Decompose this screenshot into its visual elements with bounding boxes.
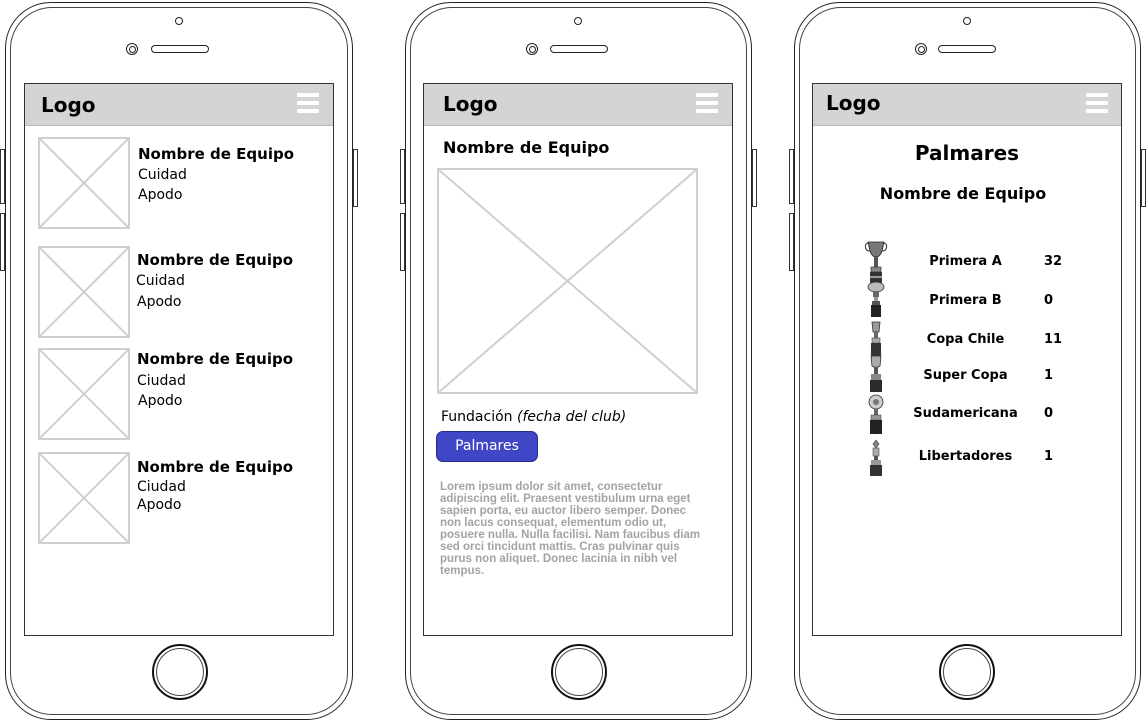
team-name: Nombre de Equipo	[138, 145, 294, 163]
trophy-icon	[870, 355, 882, 392]
hamburger-menu-icon[interactable]	[696, 93, 718, 115]
team-name: Nombre de Equipo	[137, 251, 293, 269]
side-button	[0, 149, 5, 204]
team-name: Nombre de Equipo	[443, 138, 610, 157]
hamburger-menu-icon[interactable]	[297, 93, 319, 115]
team-description: Lorem ipsum dolor sit amet, consectetur …	[440, 481, 701, 577]
power-button	[1141, 149, 1146, 207]
trophy-icon	[868, 394, 884, 434]
side-button	[0, 213, 5, 271]
speaker-grille	[550, 45, 608, 53]
logo[interactable]: Logo	[443, 92, 498, 116]
competition-name: Libertadores	[918, 449, 1013, 464]
title-count: 0	[1044, 406, 1054, 421]
phone-frame-palmares: Logo Palmares Nombre de Equipo Primera A…	[789, 2, 1146, 720]
title-count: 1	[1044, 368, 1054, 383]
team-image-placeholder	[38, 137, 130, 229]
phone-frame-detail: Logo Nombre de Equipo Fundación (fecha d…	[400, 2, 757, 720]
competition-name: Copa Chile	[926, 332, 1005, 347]
team-name: Nombre de Equipo	[879, 184, 1047, 203]
home-button[interactable]	[152, 644, 208, 700]
home-button[interactable]	[939, 644, 995, 700]
front-camera-icon	[963, 17, 971, 25]
power-button	[752, 149, 757, 207]
team-name: Nombre de Equipo	[137, 350, 293, 368]
app-header: Logo	[424, 84, 732, 126]
trophy-icon	[864, 241, 888, 283]
team-image-placeholder	[437, 168, 698, 394]
trophy-icon	[871, 321, 881, 356]
competition-name: Primera A	[929, 254, 1002, 269]
logo[interactable]: Logo	[826, 91, 881, 115]
speaker-grille	[151, 45, 209, 53]
palmares-button[interactable]: Palmares	[436, 431, 538, 462]
sensor-icon	[915, 43, 927, 55]
competition-name: Primera B	[929, 293, 1002, 308]
hamburger-menu-icon[interactable]	[1086, 93, 1108, 115]
speaker-grille	[938, 45, 996, 53]
team-image-placeholder	[38, 246, 130, 338]
trophy-icon	[867, 281, 885, 317]
founding-date: Fundación (fecha del club)	[441, 409, 626, 425]
side-button	[400, 213, 405, 271]
competition-name: Super Copa	[923, 368, 1008, 383]
team-city: Cuidad	[138, 167, 187, 183]
title-count: 0	[1044, 293, 1054, 308]
team-city: Cuidad	[136, 273, 185, 289]
palmares-title: Palmares	[914, 141, 1020, 165]
team-nickname: Apodo	[138, 393, 183, 409]
competition-name: Sudamericana	[913, 406, 1018, 421]
team-image-placeholder	[38, 348, 130, 440]
logo[interactable]: Logo	[41, 93, 96, 117]
team-list-screen: Logo Nombre de Equipo Cuidad Apodo Nombr…	[24, 83, 334, 636]
power-button	[353, 149, 358, 207]
sensor-icon	[526, 43, 538, 55]
app-header: Logo	[813, 84, 1121, 126]
front-camera-icon	[175, 17, 183, 25]
team-name: Nombre de Equipo	[137, 458, 293, 476]
founding-value: (fecha del club)	[516, 409, 627, 425]
team-city: Ciudad	[137, 373, 186, 389]
side-button	[400, 149, 405, 204]
title-count: 11	[1044, 332, 1063, 347]
front-camera-icon	[574, 17, 582, 25]
title-count: 1	[1044, 449, 1054, 464]
palmares-screen: Logo Palmares Nombre de Equipo Primera A…	[812, 83, 1122, 636]
trophy-icon	[870, 439, 882, 476]
founding-label: Fundación	[441, 409, 513, 425]
side-button	[789, 213, 794, 271]
title-count: 32	[1044, 254, 1063, 269]
team-detail-screen: Logo Nombre de Equipo Fundación (fecha d…	[423, 83, 733, 636]
team-image-placeholder	[38, 452, 130, 544]
team-city: Ciudad	[137, 479, 186, 495]
team-nickname: Apodo	[137, 497, 182, 513]
app-header: Logo	[25, 84, 333, 126]
team-nickname: Apodo	[138, 187, 183, 203]
sensor-icon	[126, 43, 138, 55]
phone-frame-list: Logo Nombre de Equipo Cuidad Apodo Nombr…	[0, 2, 358, 720]
home-button[interactable]	[551, 644, 607, 700]
side-button	[789, 149, 794, 204]
team-nickname: Apodo	[137, 294, 182, 310]
